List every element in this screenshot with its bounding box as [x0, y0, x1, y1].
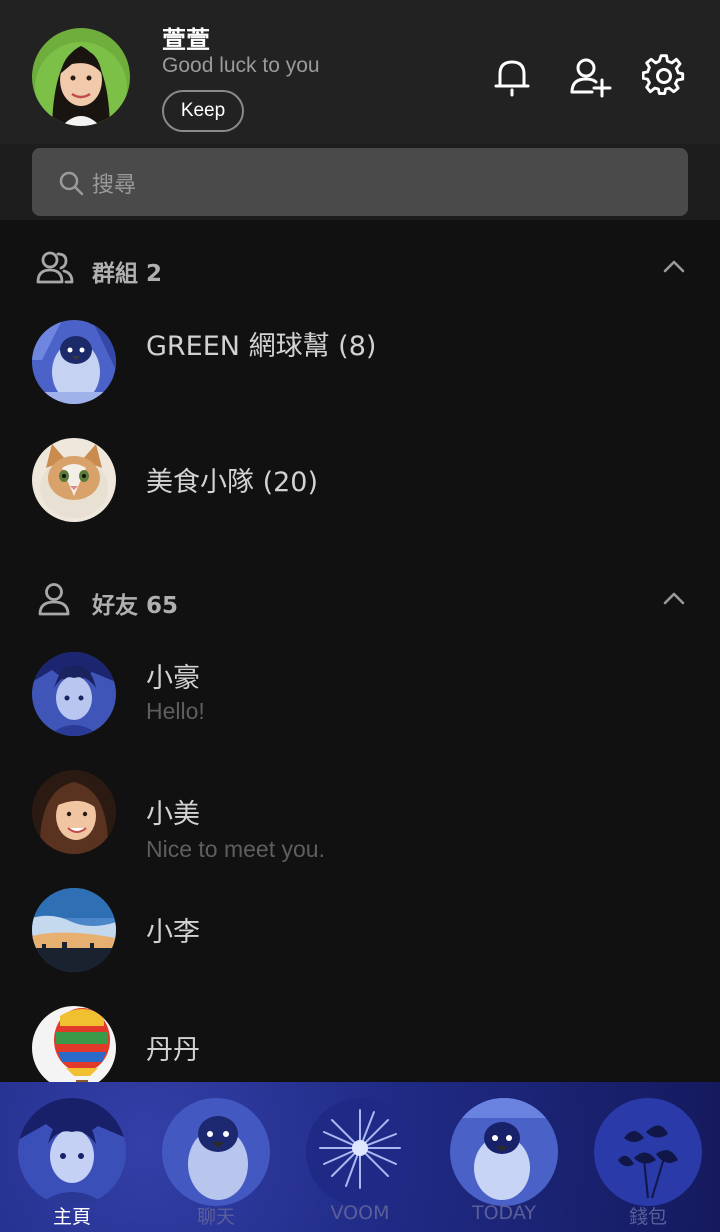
add-friend-icon[interactable] [568, 54, 612, 98]
friend-item[interactable]: 小美 Nice to meet you. [0, 760, 720, 870]
search-icon [58, 170, 84, 196]
group-name: 美食小隊 (20) [146, 467, 319, 498]
friend-name: 小豪 [146, 663, 200, 694]
chevron-up-icon[interactable] [660, 256, 688, 276]
friend-name: 丹丹 [146, 1035, 200, 1066]
friends-section-title: 好友 65 [92, 593, 179, 619]
profile-name: 萱萱 [162, 26, 210, 54]
friend-avatar [32, 1006, 116, 1090]
friend-avatar [32, 652, 116, 736]
profile-status-message[interactable]: Good luck to you [162, 54, 320, 78]
search-input[interactable]: 搜尋 [32, 148, 688, 216]
nav-label: TODAY [472, 1202, 536, 1224]
friend-avatar [32, 888, 116, 972]
group-icon [36, 250, 74, 284]
nav-tab-voom[interactable]: VOOM [288, 1082, 432, 1232]
home-tab-icon [18, 1098, 126, 1206]
wallet-tab-icon [594, 1098, 702, 1206]
nav-label: 主頁 [52, 1206, 91, 1228]
nav-label: VOOM [330, 1202, 390, 1224]
nav-tab-wallet[interactable]: 錢包 [576, 1082, 720, 1232]
chevron-up-icon[interactable] [660, 588, 688, 608]
nav-label: 錢包 [628, 1206, 667, 1228]
keep-button[interactable]: Keep [162, 90, 244, 132]
group-item[interactable]: 美食小隊 (20) [0, 428, 720, 538]
friend-status-message: Hello! [146, 698, 205, 724]
voom-tab-icon [306, 1098, 414, 1206]
nav-label: 聊天 [196, 1206, 235, 1228]
friend-status-message: Nice to meet you. [146, 836, 325, 862]
friend-item[interactable]: 小李 [0, 878, 720, 988]
bottom-navigation: 主頁 聊天 VOOM TODAY 錢包 [0, 1082, 720, 1232]
chat-tab-icon [162, 1098, 270, 1206]
nav-tab-today[interactable]: TODAY [432, 1082, 576, 1232]
friends-section-header[interactable]: 好友 65 [0, 570, 720, 630]
bell-icon[interactable] [490, 54, 534, 98]
friend-name: 小李 [146, 917, 200, 948]
nav-tab-chat[interactable]: 聊天 [144, 1082, 288, 1232]
search-placeholder: 搜尋 [92, 173, 137, 198]
gear-icon[interactable] [641, 54, 686, 98]
person-icon [36, 582, 74, 616]
today-tab-icon [450, 1098, 558, 1206]
friend-name: 小美 [146, 799, 200, 830]
group-avatar [32, 320, 116, 404]
groups-section-header[interactable]: 群組 2 [0, 238, 720, 298]
search-area: 搜尋 [0, 144, 720, 220]
friend-item[interactable]: 小豪 Hello! [0, 642, 720, 752]
nav-tab-home[interactable]: 主頁 [0, 1082, 144, 1232]
profile-header: 萱萱 Good luck to you Keep [0, 0, 720, 144]
group-item[interactable]: GREEN 網球幫 (8) [0, 310, 720, 420]
profile-avatar[interactable] [32, 28, 130, 126]
groups-section-title: 群組 2 [92, 261, 163, 287]
group-name: GREEN 網球幫 (8) [146, 331, 377, 362]
friend-avatar [32, 770, 116, 854]
group-avatar [32, 438, 116, 522]
